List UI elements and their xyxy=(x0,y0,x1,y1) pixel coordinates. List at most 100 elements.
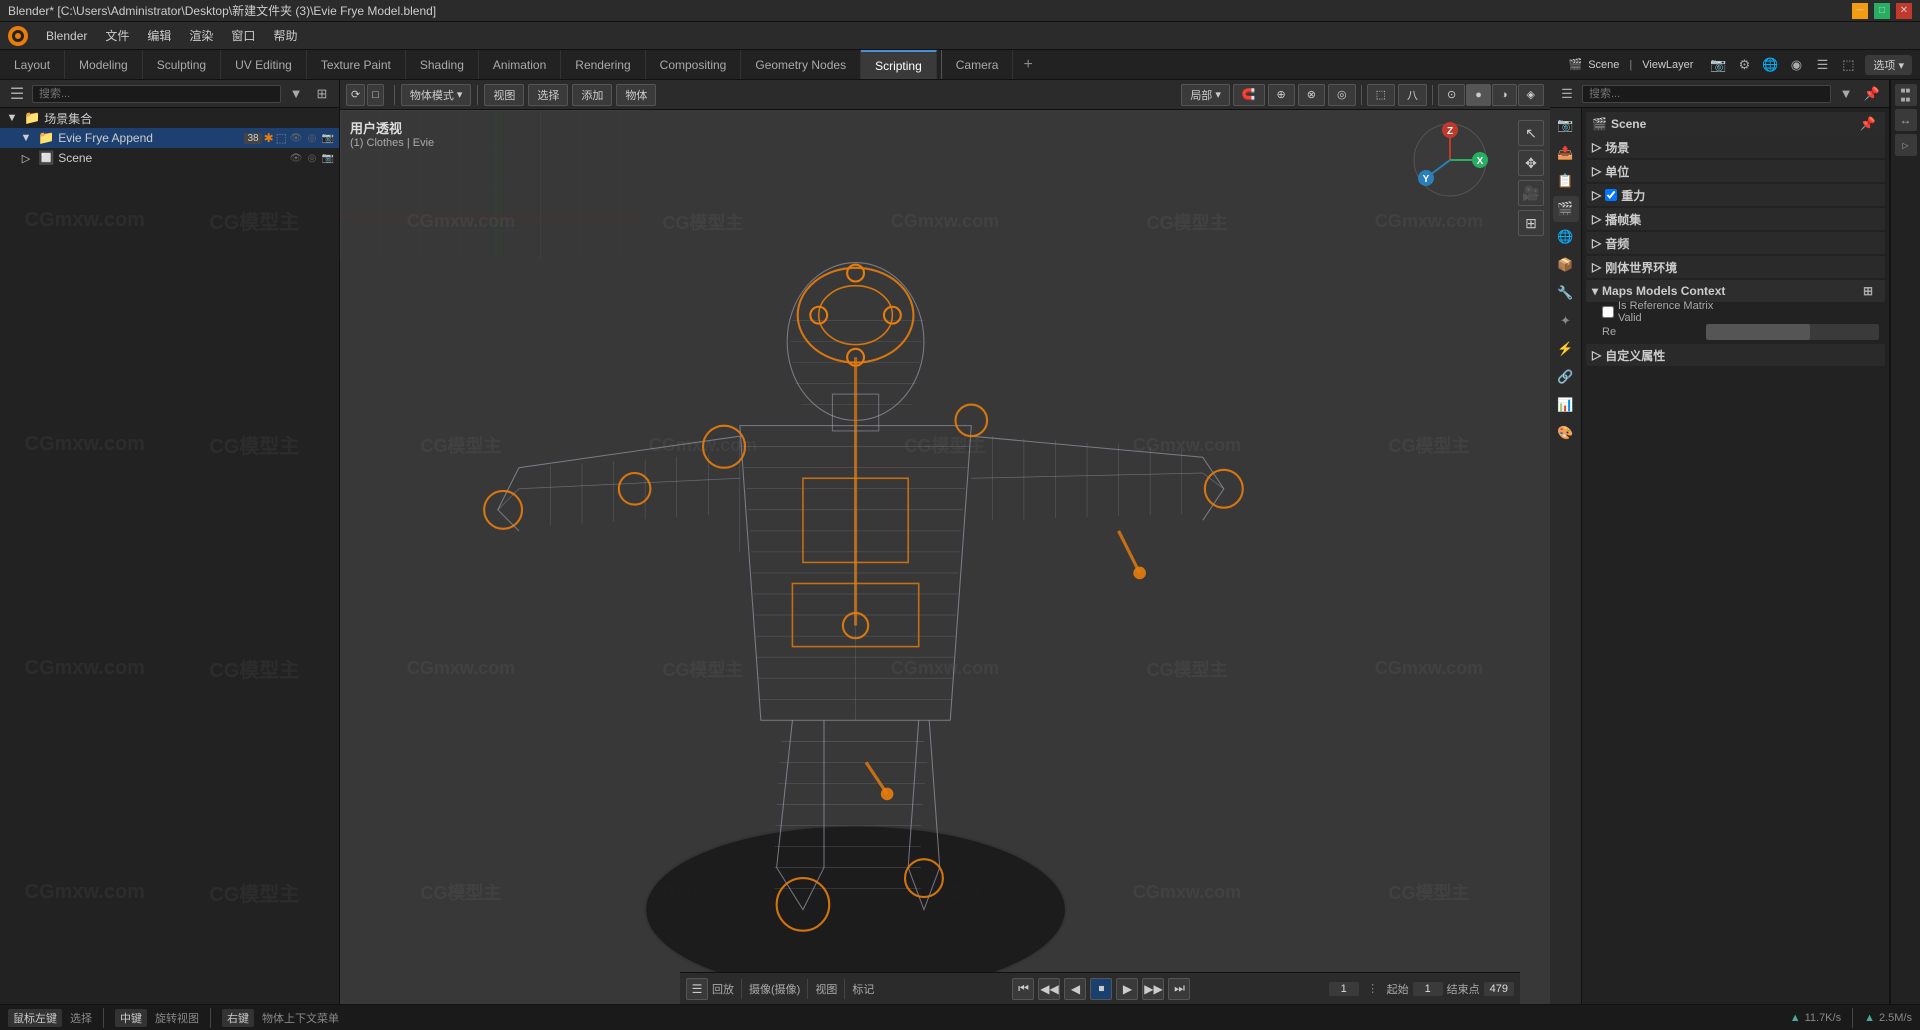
scene-title-label[interactable]: Scene xyxy=(1611,117,1646,131)
jump-start-btn[interactable]: ⏮ xyxy=(1012,978,1034,1000)
xray-toggle[interactable]: 八 xyxy=(1398,84,1427,106)
add-menu[interactable]: 添加 xyxy=(572,84,612,106)
outliner-sync-icon[interactable]: ⊞ xyxy=(311,83,333,105)
evie-render-icon[interactable]: 📷 xyxy=(321,133,335,144)
viewport-gizmo[interactable]: Z X Y xyxy=(1410,120,1490,200)
data-tab[interactable]: 📊 xyxy=(1553,392,1579,418)
constraints-tab[interactable]: 🔗 xyxy=(1553,364,1579,390)
section-rigid-header[interactable]: ▷ 刚体世界环境 xyxy=(1586,256,1885,278)
viewport-mode-icon[interactable]: ⟳ xyxy=(346,84,365,106)
proportional-edit[interactable]: ◎ xyxy=(1328,84,1356,106)
section-maps-options[interactable]: ⊞ xyxy=(1857,280,1879,302)
menu-edit[interactable]: 编辑 xyxy=(139,25,179,46)
cursor-tool[interactable]: ↖ xyxy=(1518,120,1544,146)
play-btn[interactable]: ▶ xyxy=(1116,978,1138,1000)
properties-filter-icon[interactable]: ▼ xyxy=(1835,83,1857,105)
render-tab[interactable]: 📷 xyxy=(1553,112,1579,138)
scene-pin-icon[interactable]: 📌 xyxy=(1857,113,1879,135)
outliner-menu-icon[interactable]: ☰ xyxy=(6,83,28,105)
evie-select-icon[interactable]: ◎ xyxy=(305,133,319,144)
section-maps-header[interactable]: ▾ Maps Models Context ⊞ xyxy=(1586,280,1885,302)
section-units-header[interactable]: ▷ 单位 xyxy=(1586,160,1885,182)
tab-texture-paint[interactable]: Texture Paint xyxy=(307,50,406,79)
timeline-menu-icon[interactable]: ☰ xyxy=(686,978,708,1000)
properties-sync-icon[interactable]: 📌 xyxy=(1861,83,1883,105)
tab-camera[interactable]: Camera xyxy=(941,50,1014,79)
overlay-icon[interactable]: ☰ xyxy=(1811,54,1833,76)
render-settings-icon[interactable]: ⚙ xyxy=(1733,54,1755,76)
render-icon[interactable]: 📷 xyxy=(1707,54,1729,76)
tab-rendering[interactable]: Rendering xyxy=(561,50,645,79)
is-reference-checkbox[interactable] xyxy=(1602,306,1614,318)
tab-add-button[interactable]: + xyxy=(1013,50,1042,79)
view-menu[interactable]: 视图 xyxy=(484,84,524,106)
view-tab[interactable]: 📋 xyxy=(1553,168,1579,194)
section-custom-header[interactable]: ▷ 自定义属性 xyxy=(1586,344,1885,366)
fwd-btn[interactable]: ▶▶ xyxy=(1142,978,1164,1000)
move-tool[interactable]: ✥ xyxy=(1518,150,1544,176)
wireframe-shading[interactable]: ⊙ xyxy=(1438,84,1465,106)
menu-file[interactable]: 文件 xyxy=(97,25,137,46)
tab-uv-editing[interactable]: UV Editing xyxy=(221,50,307,79)
outliner-item-evie-frye[interactable]: ▼ 📁 Evie Frye Append 38 ✱ ⬚ 👁 ◎ 📷 xyxy=(0,128,339,148)
scene-select-icon[interactable]: ◎ xyxy=(305,153,319,164)
scene-tab[interactable]: 🎬 xyxy=(1553,196,1579,222)
outliner-item-scene[interactable]: ▷ 🔲 Scene 👁 ◎ 📷 xyxy=(0,148,339,168)
stop-btn[interactable]: ⏹ xyxy=(1090,978,1112,1000)
menu-blender[interactable]: Blender xyxy=(38,27,95,45)
snap-btn[interactable]: 🧲 xyxy=(1233,84,1265,106)
viewport[interactable]: ⟳ □ 物体模式 ▾ 视图 选择 添加 物体 局部 ▾ 🧲 ⊕ ⊗ xyxy=(340,80,1550,1004)
grid-tool[interactable]: ⊞ xyxy=(1518,210,1544,236)
tab-animation[interactable]: Animation xyxy=(479,50,561,79)
menu-help[interactable]: 帮助 xyxy=(265,25,305,46)
evie-eye-icon[interactable]: 👁 xyxy=(289,133,303,144)
output-tab[interactable]: 📤 xyxy=(1553,140,1579,166)
maximize-button[interactable]: □ xyxy=(1874,3,1890,19)
menu-render[interactable]: 渲染 xyxy=(181,25,221,46)
physics-tab[interactable]: ⚡ xyxy=(1553,336,1579,362)
current-frame[interactable]: 1 xyxy=(1329,982,1359,996)
solid-shading[interactable]: ● xyxy=(1466,84,1491,106)
pivot-btn[interactable]: ⊗ xyxy=(1298,84,1325,106)
material-tab[interactable]: 🎨 xyxy=(1553,420,1579,446)
gravity-checkbox[interactable] xyxy=(1605,189,1617,201)
xray-icon[interactable]: ⬚ xyxy=(1837,54,1859,76)
section-frame-header[interactable]: ▷ 播帧集 xyxy=(1586,208,1885,230)
viewport-3d[interactable]: CGmxw.com CG模型主 CGmxw.com CG模型主 CGmxw.co… xyxy=(340,110,1550,1004)
scene-settings-icon[interactable]: 🌐 xyxy=(1759,54,1781,76)
material-shading[interactable]: ◑ xyxy=(1492,84,1517,106)
tab-geometry-nodes[interactable]: Geometry Nodes xyxy=(741,50,861,79)
section-scene-header[interactable]: ▷ 场景 xyxy=(1586,136,1885,158)
view-layer-name[interactable]: ViewLayer xyxy=(1642,59,1693,71)
close-button[interactable]: ✕ xyxy=(1896,3,1912,19)
tab-scripting[interactable]: Scripting xyxy=(861,50,937,79)
shading-icon[interactable]: ◉ xyxy=(1785,54,1807,76)
region-toggle[interactable]: 局部 ▾ xyxy=(1181,84,1230,106)
transform-btn[interactable]: ⊕ xyxy=(1268,84,1295,106)
object-tab[interactable]: 📦 xyxy=(1553,252,1579,278)
right-panel-btn3[interactable]: ▷ xyxy=(1895,134,1917,156)
tab-layout[interactable]: Layout xyxy=(0,50,65,79)
tab-shading[interactable]: Shading xyxy=(406,50,479,79)
section-gravity-header[interactable]: ▷ 重力 xyxy=(1586,184,1885,206)
outliner-item-scene-collection[interactable]: ▼ 📁 场景集合 xyxy=(0,108,339,128)
right-panel-btn2[interactable]: ↔ xyxy=(1895,109,1917,131)
tab-modeling[interactable]: Modeling xyxy=(65,50,143,79)
outliner-filter-icon[interactable]: ▼ xyxy=(285,83,307,105)
object-menu[interactable]: 物体 xyxy=(616,84,656,106)
object-mode-dropdown[interactable]: 物体模式 ▾ xyxy=(401,84,472,106)
frame-start-value[interactable]: 1 xyxy=(1413,982,1443,996)
re-bar[interactable] xyxy=(1706,324,1879,340)
jump-end-btn[interactable]: ⏭ xyxy=(1168,978,1190,1000)
modifier-tab[interactable]: 🔧 xyxy=(1553,280,1579,306)
particles-tab[interactable]: ✦ xyxy=(1553,308,1579,334)
right-panel-btn1[interactable]: ■■■■ xyxy=(1895,84,1917,106)
camera-tool[interactable]: 🎥 xyxy=(1518,180,1544,206)
viewport-draw-icon[interactable]: □ xyxy=(367,84,384,106)
jump-back-btn[interactable]: ◀◀ xyxy=(1038,978,1060,1000)
properties-menu-icon[interactable]: ☰ xyxy=(1556,83,1578,105)
world-tab[interactable]: 🌐 xyxy=(1553,224,1579,250)
frame-end-value[interactable]: 479 xyxy=(1484,982,1514,996)
scene-eye-icon[interactable]: 👁 xyxy=(289,153,303,164)
properties-search[interactable] xyxy=(1582,85,1831,103)
